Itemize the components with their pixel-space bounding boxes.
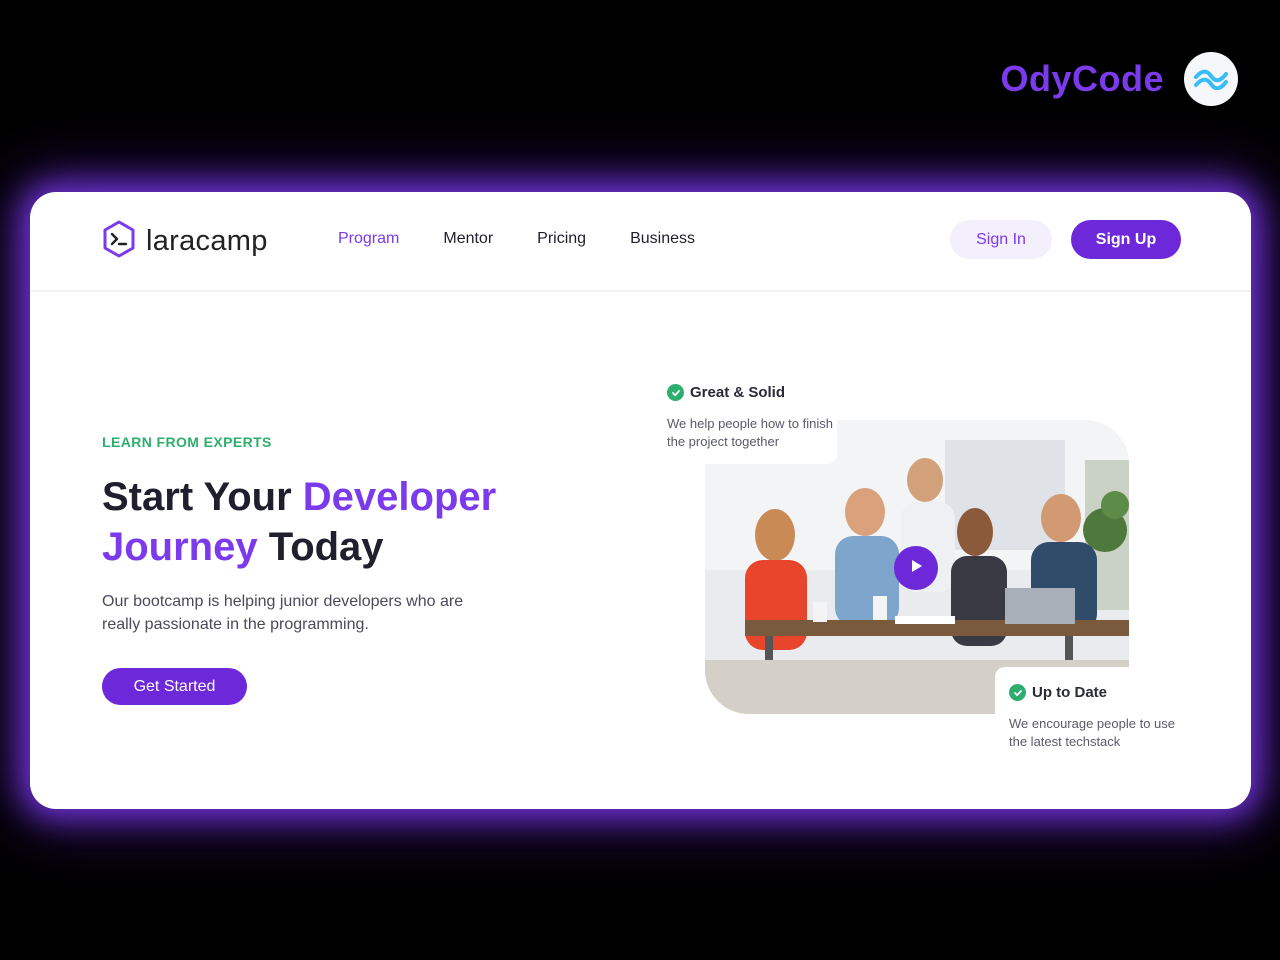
- hero-description: Our bootcamp is helping junior developer…: [102, 593, 464, 633]
- feature-title: Up to Date: [1009, 684, 1195, 701]
- hero-headline: Start Your Developer Journey Today: [102, 472, 562, 572]
- headline-accent2: Journey: [102, 525, 258, 569]
- headline-part2: Today: [257, 525, 384, 569]
- brand-name: OdyCode: [1000, 58, 1164, 99]
- sign-in-button[interactable]: Sign In: [950, 220, 1052, 259]
- sign-up-button[interactable]: Sign Up: [1071, 220, 1181, 259]
- headline-part1: Start Your: [102, 475, 303, 519]
- wave-icon: [1184, 52, 1238, 106]
- website-card: laracamp Program Mentor Pricing Business…: [30, 192, 1251, 809]
- auth-buttons: Sign In Sign Up: [950, 220, 1181, 259]
- check-icon: [1009, 684, 1026, 701]
- feature-card-great-solid: Great & Solid We help people how to fini…: [655, 370, 837, 464]
- feature-title-text: Great & Solid: [690, 384, 786, 401]
- terminal-hexagon-icon: [102, 220, 136, 263]
- play-video-button[interactable]: [894, 546, 938, 590]
- navbar: laracamp Program Mentor Pricing Business…: [30, 192, 1251, 292]
- check-icon: [667, 384, 684, 401]
- nav-link-program[interactable]: Program: [338, 230, 399, 248]
- feature-text: We help people how to finish the project…: [667, 416, 833, 449]
- nav-link-business[interactable]: Business: [630, 230, 695, 248]
- hero-content: LEARN FROM EXPERTS Start Your Developer J…: [102, 434, 562, 705]
- play-icon: [908, 558, 924, 579]
- feature-title-text: Up to Date: [1032, 684, 1107, 701]
- nav-links: Program Mentor Pricing Business: [338, 230, 695, 248]
- feature-title: Great & Solid: [667, 384, 837, 401]
- headline-accent1: Developer: [302, 475, 497, 519]
- logo-text: laracamp: [146, 225, 268, 257]
- hero-eyebrow: LEARN FROM EXPERTS: [102, 434, 272, 450]
- site-logo[interactable]: laracamp: [102, 220, 268, 263]
- feature-card-up-to-date: Up to Date We encourage people to use th…: [995, 667, 1195, 765]
- nav-link-pricing[interactable]: Pricing: [537, 230, 586, 248]
- feature-text: We encourage people to use the latest te…: [1009, 716, 1175, 749]
- brand: OdyCode: [1000, 52, 1238, 106]
- get-started-button[interactable]: Get Started: [102, 668, 247, 705]
- nav-link-mentor[interactable]: Mentor: [443, 230, 493, 248]
